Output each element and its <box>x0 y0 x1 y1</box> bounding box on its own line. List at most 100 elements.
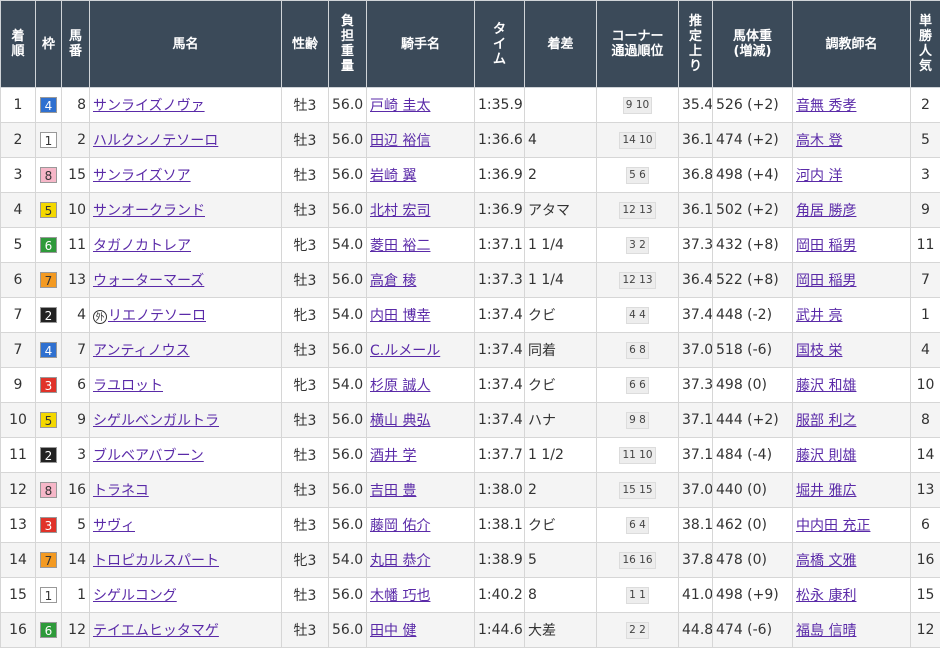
cell-time: 1:38.0 <box>474 472 525 508</box>
jockey-link[interactable]: 藤岡 佑介 <box>370 518 430 534</box>
table-row: 2 1 2 ハルクンノテソーロ 牡3 56.0 田辺 裕信 1:36.6 4 14 10 36.1 4… <box>0 122 940 158</box>
cell-rank: 10 <box>0 402 36 438</box>
cell-last3f: 36.1 <box>678 122 713 158</box>
horse-name-link[interactable]: サヴィ <box>93 518 135 534</box>
jockey-link[interactable]: 田中 健 <box>370 623 416 639</box>
horse-name-link[interactable]: リエノテソーロ <box>108 308 206 324</box>
cell-horse-name: シゲルコング <box>89 577 282 613</box>
trainer-link[interactable]: 松永 康利 <box>796 588 856 604</box>
trainer-link[interactable]: 河内 洋 <box>796 168 842 184</box>
horse-name-link[interactable]: アンティノウス <box>93 343 190 359</box>
horse-name-link[interactable]: サンライズソア <box>93 168 191 184</box>
trainer-link[interactable]: 藤沢 和雄 <box>796 378 856 394</box>
cell-weight: 56.0 <box>328 262 367 298</box>
trainer-link[interactable]: 中内田 充正 <box>796 518 870 534</box>
trainer-link[interactable]: 岡田 稲男 <box>796 238 856 254</box>
cell-horse-name: 外リエノテソーロ <box>89 297 282 333</box>
header-waku: 枠 <box>35 0 62 88</box>
horse-name-link[interactable]: トラネコ <box>93 483 149 499</box>
cell-time: 1:40.2 <box>474 577 525 613</box>
cell-margin: 1 1/4 <box>524 227 597 263</box>
trainer-link[interactable]: 角居 勝彦 <box>796 203 856 219</box>
horse-name-link[interactable]: ウォーターマーズ <box>93 273 204 289</box>
cell-last3f: 36.1 <box>678 192 713 228</box>
jockey-link[interactable]: 岩崎 翼 <box>370 168 416 184</box>
cell-body-weight: 444 (+2) <box>712 402 793 438</box>
cell-corner: 14 10 <box>596 122 679 158</box>
cell-corner: 9 8 <box>596 402 679 438</box>
cell-umaban: 5 <box>61 507 90 543</box>
trainer-link[interactable]: 国枝 栄 <box>796 343 842 359</box>
jockey-link[interactable]: 丸田 恭介 <box>370 553 430 569</box>
cell-horse-name: サンライズノヴァ <box>89 87 282 123</box>
table-row: 4 5 10 サンオークランド 牡3 56.0 北村 宏司 1:36.9 アタマ 12 13 36.… <box>0 192 940 228</box>
trainer-link[interactable]: 堀井 雅広 <box>796 483 856 499</box>
jockey-link[interactable]: C.ルメール <box>370 343 440 359</box>
corner-order: 14 10 <box>619 132 656 149</box>
cell-margin: 2 <box>524 472 597 508</box>
cell-rank: 12 <box>0 472 36 508</box>
jockey-link[interactable]: 内田 博幸 <box>370 308 430 324</box>
cell-umaban: 4 <box>61 297 90 333</box>
cell-corner: 12 13 <box>596 262 679 298</box>
cell-sex-age: 牡3 <box>281 507 329 543</box>
jockey-link[interactable]: 戸崎 圭太 <box>370 98 430 114</box>
corner-order: 2 2 <box>626 622 649 639</box>
jockey-link[interactable]: 吉田 豊 <box>370 483 416 499</box>
horse-name-link[interactable]: ハルクンノテソーロ <box>93 133 218 149</box>
trainer-link[interactable]: 武井 亮 <box>796 308 842 324</box>
cell-umaban: 1 <box>61 577 90 613</box>
cell-corner: 4 4 <box>596 297 679 333</box>
trainer-link[interactable]: 岡田 稲男 <box>796 273 856 289</box>
trainer-link[interactable]: 音無 秀孝 <box>796 98 856 114</box>
waku-badge: 6 <box>40 236 57 253</box>
header-body-weight: 馬体重 (増減) <box>712 0 793 88</box>
cell-weight: 56.0 <box>328 87 367 123</box>
trainer-link[interactable]: 高木 登 <box>796 133 842 149</box>
trainer-link[interactable]: 福島 信晴 <box>796 623 856 639</box>
table-row: 15 1 1 シゲルコング 牡3 56.0 木幡 巧也 1:40.2 8 1 1 41.0 498 (… <box>0 577 940 613</box>
cell-corner: 2 2 <box>596 612 679 648</box>
cell-body-weight: 498 (+9) <box>712 577 793 613</box>
cell-trainer: 堀井 雅広 <box>792 472 911 508</box>
horse-name-link[interactable]: ラユロット <box>93 378 163 394</box>
trainer-link[interactable]: 高橋 文雅 <box>796 553 856 569</box>
cell-weight: 54.0 <box>328 297 367 333</box>
trainer-link[interactable]: 服部 利之 <box>796 413 856 429</box>
cell-last3f: 38.1 <box>678 507 713 543</box>
cell-body-weight: 432 (+8) <box>712 227 793 263</box>
cell-trainer: 河内 洋 <box>792 157 911 193</box>
jockey-link[interactable]: 木幡 巧也 <box>370 588 430 604</box>
cell-umaban: 16 <box>61 472 90 508</box>
trainer-link[interactable]: 藤沢 則雄 <box>796 448 856 464</box>
cell-popularity: 11 <box>910 227 940 263</box>
cell-umaban: 7 <box>61 332 90 368</box>
jockey-link[interactable]: 北村 宏司 <box>370 203 430 219</box>
cell-weight: 56.0 <box>328 192 367 228</box>
jockey-link[interactable]: 菱田 裕二 <box>370 238 430 254</box>
jockey-link[interactable]: 横山 典弘 <box>370 413 430 429</box>
cell-corner: 5 6 <box>596 157 679 193</box>
cell-margin: アタマ <box>524 192 597 228</box>
cell-last3f: 37.8 <box>678 542 713 578</box>
table-row: 11 2 3 ブルベアバブーン 牡3 56.0 酒井 学 1:37.7 1 1/2 11 10 37… <box>0 437 940 473</box>
jockey-link[interactable]: 酒井 学 <box>370 448 416 464</box>
horse-name-link[interactable]: テイエムヒッタマゲ <box>93 623 219 639</box>
header-last3f: 推 定 上 り <box>678 0 713 88</box>
cell-jockey: 田中 健 <box>366 612 475 648</box>
jockey-link[interactable]: 高倉 稜 <box>370 273 416 289</box>
horse-name-link[interactable]: シゲルコング <box>93 588 177 604</box>
horse-name-link[interactable]: タガノカトレア <box>93 238 191 254</box>
jockey-link[interactable]: 杉原 誠人 <box>370 378 430 394</box>
cell-last3f: 36.4 <box>678 262 713 298</box>
waku-badge: 5 <box>40 411 57 428</box>
cell-horse-name: テイエムヒッタマゲ <box>89 612 282 648</box>
jockey-link[interactable]: 田辺 裕信 <box>370 133 430 149</box>
cell-body-weight: 478 (0) <box>712 542 793 578</box>
horse-name-link[interactable]: ブルベアバブーン <box>93 448 204 464</box>
cell-sex-age: 牡3 <box>281 157 329 193</box>
horse-name-link[interactable]: サンライズノヴァ <box>93 98 205 114</box>
horse-name-link[interactable]: シゲルベンガルトラ <box>93 413 219 429</box>
horse-name-link[interactable]: サンオークランド <box>93 203 205 219</box>
horse-name-link[interactable]: トロピカルスパート <box>93 553 219 569</box>
